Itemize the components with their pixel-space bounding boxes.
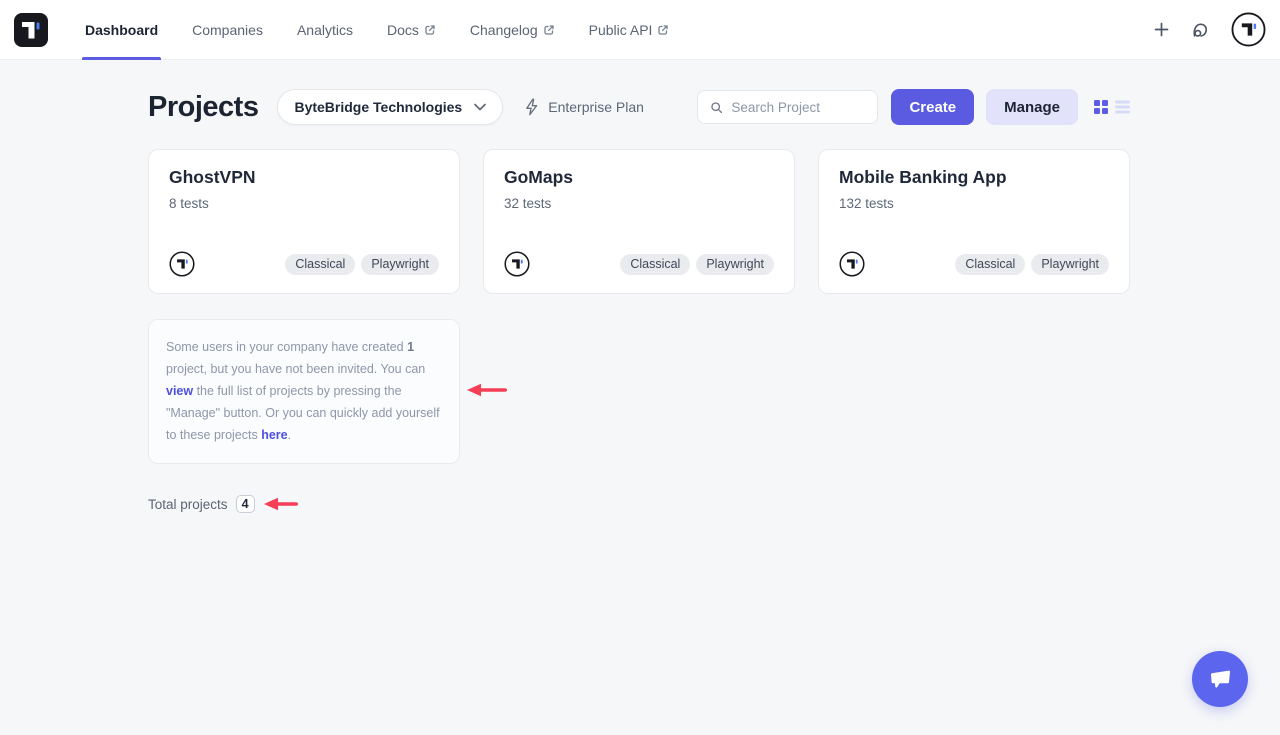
badge-classical: Classical — [620, 254, 690, 275]
project-logo-icon — [839, 251, 865, 277]
projects-header: Projects ByteBridge Technologies Enterpr… — [148, 89, 1130, 125]
external-link-icon — [424, 24, 436, 36]
plus-icon — [1154, 22, 1169, 37]
project-card-mobile-banking-app[interactable]: Mobile Banking App 132 tests Classical P… — [818, 149, 1130, 294]
notice-count: 1 — [407, 340, 414, 354]
list-view-button[interactable] — [1115, 100, 1130, 114]
external-link-icon — [543, 24, 555, 36]
annotation-arrow-total — [263, 497, 299, 511]
grid-view-icon — [1094, 100, 1108, 114]
nav-item-analytics[interactable]: Analytics — [280, 0, 370, 60]
view-link[interactable]: view — [166, 384, 193, 398]
project-name: GhostVPN — [169, 167, 439, 188]
company-selector[interactable]: ByteBridge Technologies — [277, 89, 503, 125]
project-logo-icon — [504, 251, 530, 277]
nav-item-changelog[interactable]: Changelog — [453, 0, 572, 60]
total-projects-row: Total projects 4 — [148, 495, 1130, 513]
project-tests-count: 32 tests — [504, 196, 774, 211]
search-input[interactable] — [731, 100, 865, 115]
project-badges: Classical Playwright — [955, 254, 1109, 275]
annotation-arrow-notice — [466, 383, 508, 397]
nav-item-docs[interactable]: Docs — [370, 0, 453, 60]
grid-view-button[interactable] — [1094, 100, 1108, 114]
list-view-icon — [1115, 100, 1130, 114]
nav-label: Dashboard — [85, 22, 158, 38]
plan-indicator: Enterprise Plan — [523, 97, 644, 117]
nav-label: Changelog — [470, 22, 538, 38]
nav-label: Analytics — [297, 22, 353, 38]
badge-playwright: Playwright — [696, 254, 774, 275]
project-card-footer: Classical Playwright — [504, 251, 774, 277]
create-button[interactable]: Create — [891, 89, 974, 125]
badge-playwright: Playwright — [361, 254, 439, 275]
project-card-footer: Classical Playwright — [839, 251, 1109, 277]
view-toggle — [1094, 100, 1130, 114]
total-projects-label: Total projects — [148, 497, 228, 512]
here-link[interactable]: here — [261, 428, 287, 442]
project-name: Mobile Banking App — [839, 167, 1109, 188]
search-bubble-icon — [1190, 20, 1210, 40]
notice-text: Some users in your company have created — [166, 340, 407, 354]
user-avatar[interactable] — [1231, 12, 1266, 47]
project-card-ghostvpn[interactable]: GhostVPN 8 tests Classical Playwright — [148, 149, 460, 294]
external-link-icon — [657, 24, 669, 36]
badge-playwright: Playwright — [1031, 254, 1109, 275]
page-title: Projects — [148, 91, 258, 124]
project-card-gomaps[interactable]: GoMaps 32 tests Classical Playwright — [483, 149, 795, 294]
notice-row: Some users in your company have created … — [148, 319, 1130, 464]
nav-label: Companies — [192, 22, 263, 38]
nav-label: Public API — [589, 22, 653, 38]
project-tests-count: 8 tests — [169, 196, 439, 211]
badge-classical: Classical — [955, 254, 1025, 275]
navbar-actions — [1154, 12, 1266, 47]
company-selector-value: ByteBridge Technologies — [294, 99, 462, 115]
nav-label: Docs — [387, 22, 419, 38]
main-content: Projects ByteBridge Technologies Enterpr… — [148, 60, 1130, 513]
project-tests-count: 132 tests — [839, 196, 1109, 211]
lightning-icon — [523, 97, 540, 117]
add-button[interactable] — [1154, 22, 1169, 37]
project-name: GoMaps — [504, 167, 774, 188]
chevron-down-icon — [474, 103, 486, 111]
top-navbar: Dashboard Companies Analytics Docs Chang… — [0, 0, 1280, 60]
logo-t-icon — [14, 13, 48, 47]
plan-label: Enterprise Plan — [548, 99, 644, 115]
chat-widget-button[interactable] — [1192, 651, 1248, 707]
chat-bubble-icon — [1207, 666, 1233, 692]
nav-item-dashboard[interactable]: Dashboard — [68, 0, 175, 60]
manage-button[interactable]: Manage — [986, 89, 1078, 125]
feedback-search-button[interactable] — [1190, 20, 1210, 40]
avatar-t-icon — [1231, 12, 1266, 47]
project-card-footer: Classical Playwright — [169, 251, 439, 277]
nav-item-companies[interactable]: Companies — [175, 0, 280, 60]
notice-box: Some users in your company have created … — [148, 319, 460, 464]
total-projects-count: 4 — [236, 495, 255, 513]
app-logo[interactable] — [14, 13, 48, 47]
search-icon — [710, 100, 723, 115]
notice-text: the full list of projects by pressing th… — [166, 384, 440, 442]
badge-classical: Classical — [285, 254, 355, 275]
search-box — [697, 90, 878, 124]
nav-item-public-api[interactable]: Public API — [572, 0, 687, 60]
project-logo-icon — [169, 251, 195, 277]
notice-text: project, but you have not been invited. … — [166, 362, 425, 376]
projects-grid: GhostVPN 8 tests Classical Playwright Go… — [148, 149, 1130, 294]
project-badges: Classical Playwright — [620, 254, 774, 275]
project-badges: Classical Playwright — [285, 254, 439, 275]
notice-text: . — [288, 428, 291, 442]
main-nav: Dashboard Companies Analytics Docs Chang… — [68, 0, 686, 60]
